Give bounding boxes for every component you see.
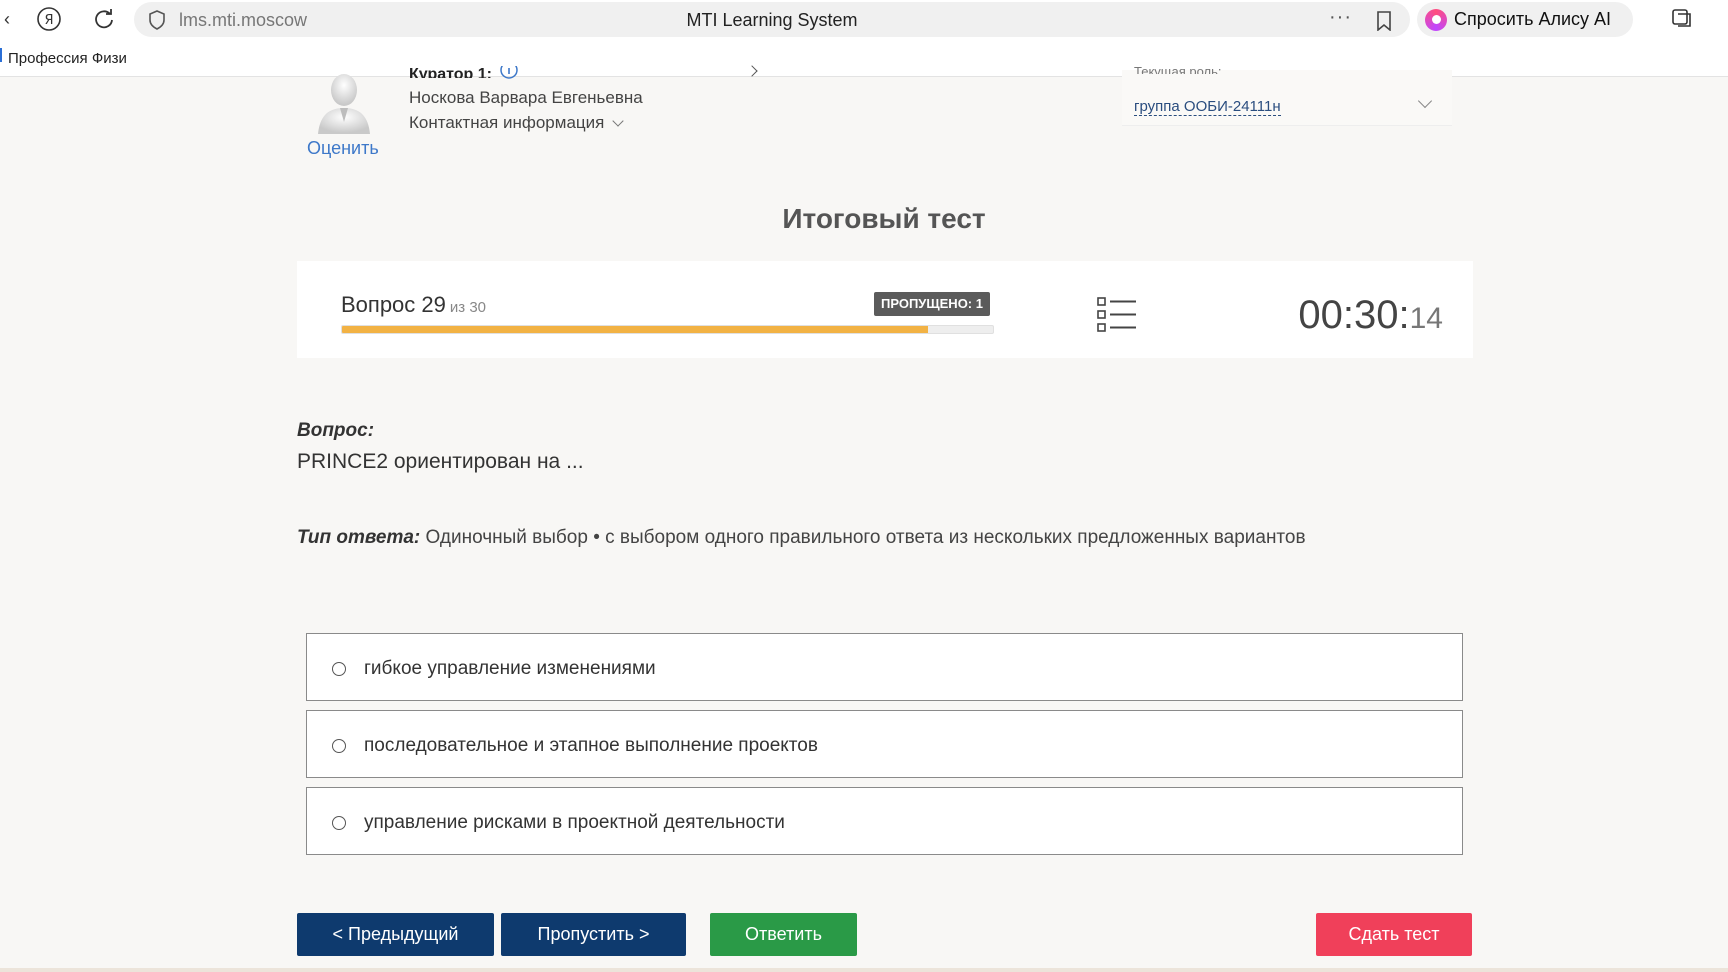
bookmark-item[interactable]: Профессия Физи xyxy=(8,50,143,67)
yandex-icon: Я xyxy=(37,7,61,31)
rate-link[interactable]: Оценить xyxy=(307,138,379,159)
ask-alice-label: Спросить Алису AI xyxy=(1454,9,1612,29)
progress-bar xyxy=(341,325,994,334)
answer-type-label: Тип ответа: xyxy=(297,527,421,548)
question-number: Вопрос 29 xyxy=(341,292,446,317)
page-bottom-edge xyxy=(0,968,1728,972)
answer-option-label: управление рисками в проектной деятельно… xyxy=(364,812,785,833)
more-icon[interactable]: ··· xyxy=(1329,6,1352,29)
answer-option[interactable]: управление рисками в проектной деятельно… xyxy=(306,787,1463,855)
answer-option-label: гибкое управление изменениями xyxy=(364,658,656,679)
reload-icon xyxy=(95,9,113,29)
question-label: Вопрос: xyxy=(297,420,375,441)
question-text: PRINCE2 ориентирован на ... xyxy=(297,450,584,473)
yandex-home-button[interactable]: Я xyxy=(36,6,62,32)
alice-icon xyxy=(1425,8,1447,31)
ask-alice-button[interactable]: Спросить Алису AI xyxy=(1417,2,1633,37)
curator-name: Носкова Варвара Евгеньевна xyxy=(409,88,643,107)
question-counter: Вопрос 29 из 30 xyxy=(341,292,486,318)
answer-option[interactable]: последовательное и этапное выполнение пр… xyxy=(306,710,1463,778)
back-icon[interactable]: ‹ xyxy=(0,6,20,32)
previous-button[interactable]: < Предыдущий xyxy=(297,913,494,956)
radio-button[interactable] xyxy=(332,739,346,753)
answer-button[interactable]: Ответить xyxy=(710,913,857,956)
page-title: Итоговый тест xyxy=(782,203,986,234)
submit-test-button[interactable]: Сдать тест xyxy=(1316,913,1472,956)
address-bar[interactable]: lms.mti.moscow MTI Learning System ··· xyxy=(134,2,1410,37)
avatar xyxy=(318,74,370,134)
skipped-badge[interactable]: ПРОПУЩЕНО: 1 xyxy=(874,292,990,316)
question-total: из 30 xyxy=(449,299,486,316)
contact-info-label: Контактная информация xyxy=(409,113,605,132)
question-list-icon[interactable] xyxy=(1097,297,1137,333)
answer-type: Тип ответа: Одиночный выбор • с выбором … xyxy=(297,527,1306,549)
tab-title: MTI Learning System xyxy=(686,10,858,30)
svg-text:Я: Я xyxy=(44,13,53,28)
bookmark-favicon xyxy=(0,48,2,62)
radio-button[interactable] xyxy=(332,816,346,830)
progress-fill xyxy=(342,326,928,333)
timer-seconds: 14 xyxy=(1409,302,1443,335)
timer-main: 00:30: xyxy=(1298,293,1410,337)
sidebar-icon[interactable] xyxy=(1670,6,1694,30)
answer-option[interactable]: гибкое управление изменениями xyxy=(306,633,1463,701)
role-value[interactable]: группа ООБИ-24111н xyxy=(1134,98,1281,116)
radio-button[interactable] xyxy=(332,662,346,676)
timer: 00:30:14 xyxy=(1298,293,1443,338)
skip-button[interactable]: Пропустить > xyxy=(501,913,686,956)
role-label: Текущая роль: xyxy=(1134,64,1222,74)
reload-button[interactable] xyxy=(91,6,117,32)
contact-info-toggle[interactable]: Контактная информация xyxy=(409,113,625,133)
bookmark-icon[interactable] xyxy=(1376,11,1392,31)
bookmarks-bar: Профессия Физи xyxy=(0,38,1728,77)
chevron-down-icon[interactable] xyxy=(1417,93,1433,109)
role-selector[interactable]: Текущая роль: группа ООБИ-24111н xyxy=(1122,64,1452,126)
answer-option-label: последовательное и этапное выполнение пр… xyxy=(364,735,818,756)
progress-panel: Вопрос 29 из 30 ПРОПУЩЕНО: 1 00:30:14 xyxy=(297,261,1473,358)
browser-toolbar: ‹ Я lms.mti.moscow MTI Learning System ·… xyxy=(0,0,1728,38)
answer-type-value: Одиночный выбор • с выбором одного прави… xyxy=(420,527,1306,548)
chevron-down-icon xyxy=(612,115,625,127)
info-icon[interactable] xyxy=(500,66,518,80)
curator-label: Куратор 1: xyxy=(409,66,492,78)
